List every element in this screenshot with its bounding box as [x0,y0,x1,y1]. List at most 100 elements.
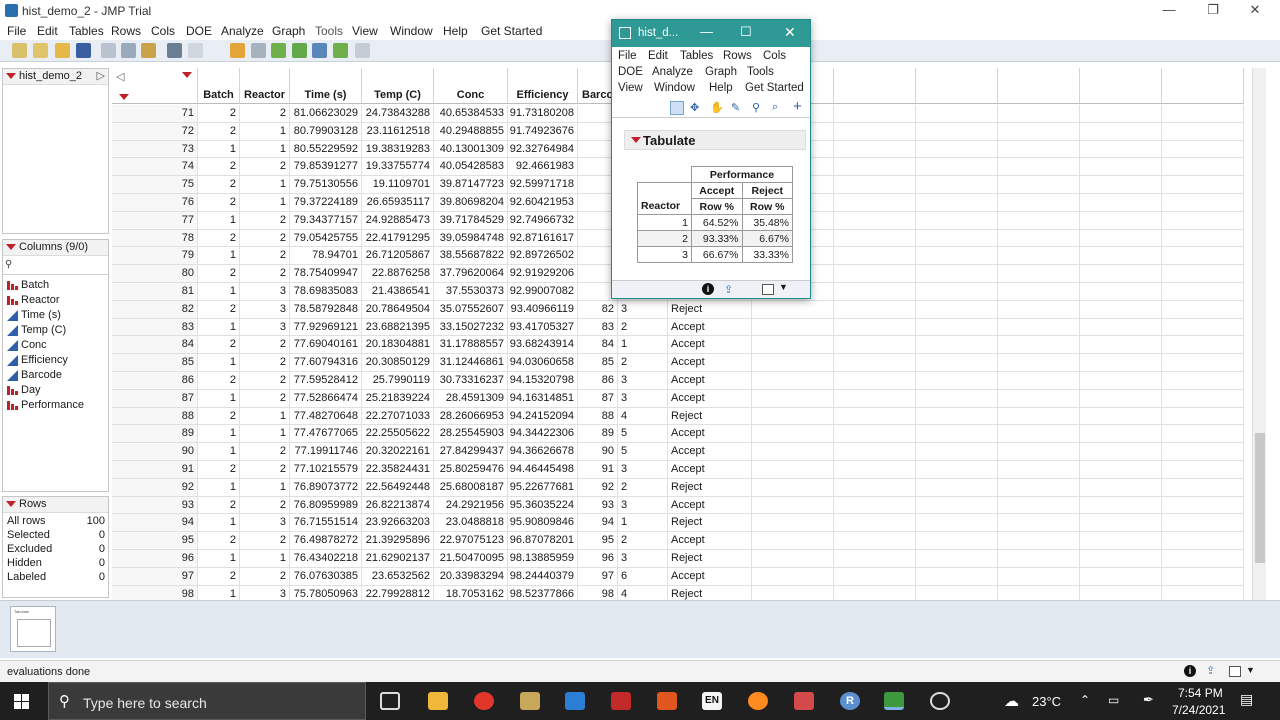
brush-icon[interactable] [355,43,370,58]
cell-temp[interactable]: 25.21839224 [362,389,434,408]
cell-conc[interactable]: 27.84299437 [434,443,508,461]
cell-reactor[interactable]: 2 [240,211,290,230]
graph-icon[interactable] [312,43,327,58]
tabulate-icon[interactable] [271,43,286,58]
zoom-tool-icon[interactable]: ⌕ [772,101,778,114]
cell-time[interactable]: 80.79903128 [290,122,362,141]
grid-icon[interactable] [251,43,266,58]
task-view-icon[interactable] [380,692,400,710]
scrollbar-thumb[interactable] [1255,433,1265,563]
cell-conc[interactable]: 24.2921956 [434,496,508,515]
header-conc[interactable]: Conc [434,68,508,104]
arrange-icon[interactable] [292,43,307,58]
cell-reactor[interactable]: 2 [240,372,290,390]
menu-tables[interactable]: Tables [69,24,104,38]
menu-tools[interactable]: Tools [315,24,343,38]
expand-arrow-icon[interactable]: ▷ [97,69,105,84]
cell-day[interactable]: 3 [618,461,668,479]
cell-time[interactable]: 77.69040161 [290,336,362,355]
cell-batch[interactable]: 2 [198,194,240,212]
table-row[interactable]: 91 2 2 77.10215579 22.35824431 25.80259476 94.… [112,461,1244,479]
cell-conc[interactable]: 20.33983294 [434,567,508,586]
cell-reactor[interactable]: 1 [240,407,290,426]
cell-conc[interactable]: 39.87147723 [434,176,508,194]
cell-batch[interactable]: 2 [198,372,240,390]
cell-efficiency[interactable]: 92.91929206 [508,265,578,283]
cell-batch[interactable]: 2 [198,532,240,550]
clock-date[interactable]: 7/24/2021 [1172,703,1225,717]
cell-reactor[interactable]: 1 [240,194,290,212]
cell-performance[interactable]: Reject [668,514,752,533]
jmp-taskbar-icon[interactable] [884,692,904,710]
cell-efficiency[interactable]: 94.16314851 [508,389,578,408]
cell-barcode[interactable]: 89 [578,425,618,444]
column-item-performance[interactable]: Performance [7,398,84,413]
cell-conc[interactable]: 40.05428583 [434,158,508,177]
cell-reactor[interactable]: 1 [240,122,290,141]
row-number[interactable]: 95 [112,532,198,550]
cell-time[interactable]: 77.47677065 [290,425,362,444]
cell-conc[interactable]: 31.17888557 [434,336,508,355]
menu-view[interactable]: View [352,24,378,38]
cell-conc[interactable]: 23.0488818 [434,514,508,533]
cell-time[interactable]: 76.49878272 [290,532,362,550]
crosshair-tool-icon[interactable]: ✥ [690,101,699,114]
cell-reactor[interactable]: 1 [240,550,290,568]
copy-icon[interactable] [121,43,136,58]
language-icon[interactable]: EN [702,692,722,710]
row-number[interactable]: 84 [112,336,198,355]
menu-doe[interactable]: DOE [186,24,212,38]
table-icon[interactable] [230,43,245,58]
cell-time[interactable]: 77.59528412 [290,372,362,390]
hand-tool-icon[interactable]: ✋ [710,101,724,114]
row-number[interactable]: 73 [112,140,198,159]
cell-time[interactable]: 79.37224189 [290,194,362,212]
cell-day[interactable]: 5 [618,425,668,444]
fmenu-edit[interactable]: Edit [648,50,668,62]
fmenu-get-started[interactable]: Get Started [745,82,804,94]
row-number[interactable]: 86 [112,372,198,390]
app-icon[interactable] [794,692,814,710]
cell-batch[interactable]: 1 [198,140,240,159]
cell-conc[interactable]: 18.7053162 [434,585,508,600]
cell-batch[interactable]: 2 [198,122,240,141]
menu-edit[interactable]: Edit [37,24,58,38]
run-icon[interactable] [333,43,348,58]
cell-conc[interactable]: 25.80259476 [434,461,508,479]
cell-efficiency[interactable]: 95.22677681 [508,478,578,497]
cell-performance[interactable]: Accept [668,354,752,372]
cell-efficiency[interactable]: 96.87078201 [508,532,578,550]
cell-performance[interactable]: Accept [668,532,752,550]
cell-time[interactable]: 79.34377157 [290,211,362,230]
cell-day[interactable]: 2 [618,354,668,372]
row-number[interactable]: 87 [112,389,198,408]
battery-icon[interactable]: ▭ [1108,693,1119,707]
table-row[interactable]: 98 1 3 75.78050963 22.79928812 18.7053162 98.5… [112,585,1244,600]
cell-batch[interactable]: 2 [198,567,240,586]
cell-performance[interactable]: Accept [668,425,752,444]
column-item-reactor[interactable]: Reactor [7,293,60,308]
cell-barcode[interactable]: 96 [578,550,618,568]
cell-efficiency[interactable]: 98.13885959 [508,550,578,568]
row-number[interactable]: 77 [112,211,198,230]
cell-performance[interactable]: Reject [668,407,752,426]
red-triangle-icon[interactable] [6,244,16,250]
pen-icon[interactable]: ✒ [1143,692,1154,708]
table-row[interactable]: 84 2 2 77.69040161 20.18304881 31.17888557 93.… [112,336,1244,355]
cell-time[interactable]: 79.85391277 [290,158,362,177]
cell-performance[interactable]: Accept [668,567,752,586]
cell-day[interactable]: 4 [618,585,668,600]
cell-conc[interactable]: 39.05984748 [434,229,508,248]
cell-reactor[interactable]: 2 [240,532,290,550]
vertical-scrollbar[interactable] [1252,68,1266,600]
table-row[interactable]: 90 1 2 77.19911746 20.32022161 27.84299437 94.… [112,443,1244,461]
cell-day[interactable]: 3 [618,372,668,390]
cell-time[interactable]: 78.94701 [290,247,362,266]
cell-conc[interactable]: 28.4591309 [434,389,508,408]
cell-efficiency[interactable]: 92.87161617 [508,229,578,248]
cell-temp[interactable]: 23.6532562 [362,567,434,586]
table-row[interactable]: 83 1 3 77.92969121 23.68821395 33.15027232 93.… [112,318,1244,337]
menu-window[interactable]: Window [390,24,433,38]
cell-barcode[interactable]: 84 [578,336,618,355]
cell-batch[interactable]: 2 [198,265,240,283]
